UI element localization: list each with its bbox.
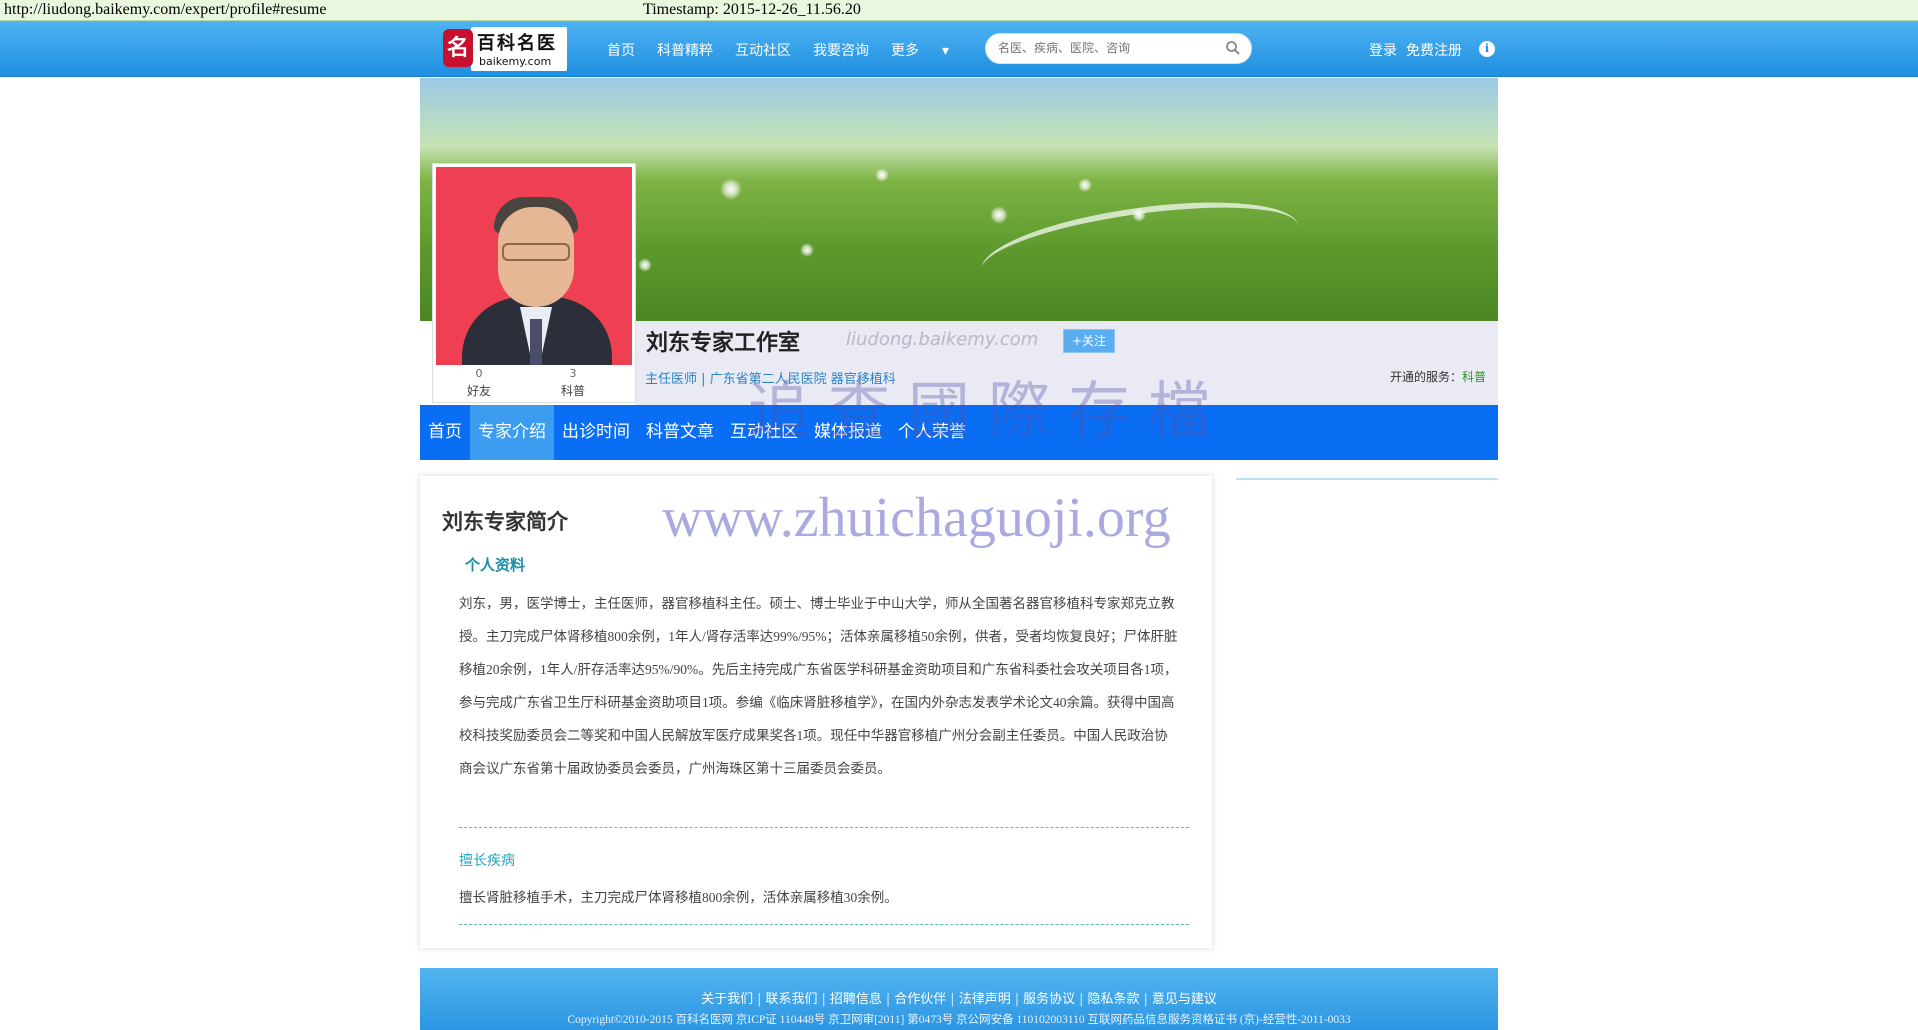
footer-link-feedback[interactable]: 意见与建议 — [1152, 992, 1217, 1007]
services: 开通的服务：科普 — [1390, 368, 1486, 385]
login-link[interactable]: 登录 — [1369, 40, 1397, 60]
bio-text: 刘东，男，医学博士，主任医师，器官移植科主任。硕士、博士毕业于中山大学，师从全国… — [459, 596, 1178, 776]
tab-introduction[interactable]: 专家介绍 — [470, 405, 554, 460]
footer-separator: | — [1014, 992, 1020, 1007]
friends-count: 0 — [475, 367, 483, 380]
articles-label: 科普 — [560, 384, 585, 398]
specialty-text: 擅长肾脏移植手术，主刀完成尸体肾移植800余例，活体亲属移植30余例。 — [459, 890, 898, 905]
friends-label: 好友 — [466, 384, 491, 398]
footer-link-terms[interactable]: 服务协议 — [1023, 992, 1075, 1007]
banner-swoosh — [975, 186, 1305, 310]
tab-articles[interactable]: 科普文章 — [638, 405, 722, 460]
footer-links: 关于我们 | 联系我们 | 招聘信息 | 合作伙伴 | 法律声明 | 服务协议 | 隐私条款 | 意见与建议 — [420, 988, 1498, 1007]
nav-home[interactable]: 首页 — [607, 40, 635, 60]
specialty-title: 擅长疾病 — [459, 853, 515, 869]
doctor-photo — [436, 167, 632, 365]
archive-bar: http://liudong.baikemy.com/expert/profil… — [0, 0, 1918, 21]
footer-link-privacy[interactable]: 隐私条款 — [1088, 992, 1140, 1007]
logo-badge-icon: 名 — [443, 29, 473, 67]
tab-home[interactable]: 首页 — [420, 405, 470, 460]
footer-link-about[interactable]: 关于我们 — [701, 992, 753, 1007]
logo-text: 百科名医 — [477, 33, 557, 54]
footer-separator: | — [885, 992, 891, 1007]
tab-schedule[interactable]: 出诊时间 — [554, 405, 638, 460]
chevron-down-icon: ▾ — [942, 43, 950, 59]
banner-sparkle — [875, 168, 889, 182]
register-link[interactable]: 免费注册 — [1406, 40, 1462, 60]
footer-separator: | — [821, 992, 826, 1007]
nav-more[interactable]: 更多 ▾ — [891, 40, 971, 60]
footer-link-jobs[interactable]: 招聘信息 — [830, 992, 882, 1007]
archive-url: http://liudong.baikemy.com/expert/profil… — [4, 1, 327, 18]
articles-stat[interactable]: 3 科普 — [543, 367, 603, 399]
logo-domain: baikemy.com — [479, 55, 552, 68]
studio-domain: liudong.baikemy.com — [846, 329, 1039, 350]
photo-tie — [530, 319, 542, 365]
banner-sparkle — [990, 206, 1008, 224]
photo-glasses — [502, 243, 570, 261]
doctor-photo-card: 0 好友 3 科普 — [432, 163, 636, 403]
site-logo[interactable]: 名 百科名医 baikemy.com — [443, 27, 567, 71]
banner-sparkle — [800, 243, 814, 257]
content-heading: 刘东专家简介 — [442, 510, 568, 534]
footer-link-legal[interactable]: 法律声明 — [959, 992, 1011, 1007]
main-nav: 首页 科普精粹 互动社区 我要咨询 更多 ▾ — [607, 40, 993, 60]
nav-community[interactable]: 互动社区 — [735, 40, 791, 60]
search-box — [985, 33, 1252, 64]
footer-separator: | — [1079, 992, 1084, 1007]
archive-timestamp: Timestamp: 2015-12-26_11.56.20 — [643, 1, 861, 18]
nav-science[interactable]: 科普精粹 — [657, 40, 713, 60]
divider — [459, 827, 1189, 828]
divider — [459, 924, 1189, 925]
footer-separator: | — [1143, 992, 1148, 1007]
services-value[interactable]: 科普 — [1462, 370, 1486, 384]
profile-stats: 0 好友 3 科普 — [433, 365, 637, 403]
search-input[interactable] — [998, 41, 1213, 55]
info-icon[interactable]: i — [1479, 41, 1495, 57]
follow-button[interactable]: +关注 — [1063, 329, 1115, 353]
banner-sparkle — [720, 178, 742, 200]
banner-sparkle — [1132, 208, 1146, 222]
personal-info-label: 个人资料 — [465, 556, 526, 574]
footer-link-contact[interactable]: 联系我们 — [765, 992, 817, 1007]
site-header: 名 百科名医 baikemy.com 首页 科普精粹 互动社区 我要咨询 更多 ▾… — [0, 21, 1918, 77]
banner-sparkle — [638, 258, 652, 272]
search-icon[interactable] — [1225, 40, 1241, 56]
banner-sparkle — [1078, 178, 1092, 192]
copyright: Copyright©2010-2015 百科名医网 京ICP证 110448号 … — [567, 1014, 1351, 1026]
services-label: 开通的服务： — [1389, 370, 1462, 384]
watermark-url: www.zhuichaguoji.org — [662, 487, 1171, 549]
nav-consult[interactable]: 我要咨询 — [813, 40, 869, 60]
nav-more-label: 更多 — [891, 43, 919, 59]
articles-count: 3 — [569, 367, 577, 380]
sidebar-divider — [1236, 478, 1498, 480]
footer-separator: | — [950, 992, 955, 1007]
studio-title: 刘东专家工作室 — [646, 331, 801, 356]
site-footer: 关于我们 | 联系我们 | 招聘信息 | 合作伙伴 | 法律声明 | 服务协议 | 隐私条款 | 意见与建议… — [420, 968, 1498, 1030]
watermark-cn: 追查國際存檔 — [748, 374, 1229, 447]
footer-link-partners[interactable]: 合作伙伴 — [894, 992, 946, 1007]
footer-separator: | — [757, 992, 762, 1007]
friends-stat[interactable]: 0 好友 — [449, 367, 509, 399]
